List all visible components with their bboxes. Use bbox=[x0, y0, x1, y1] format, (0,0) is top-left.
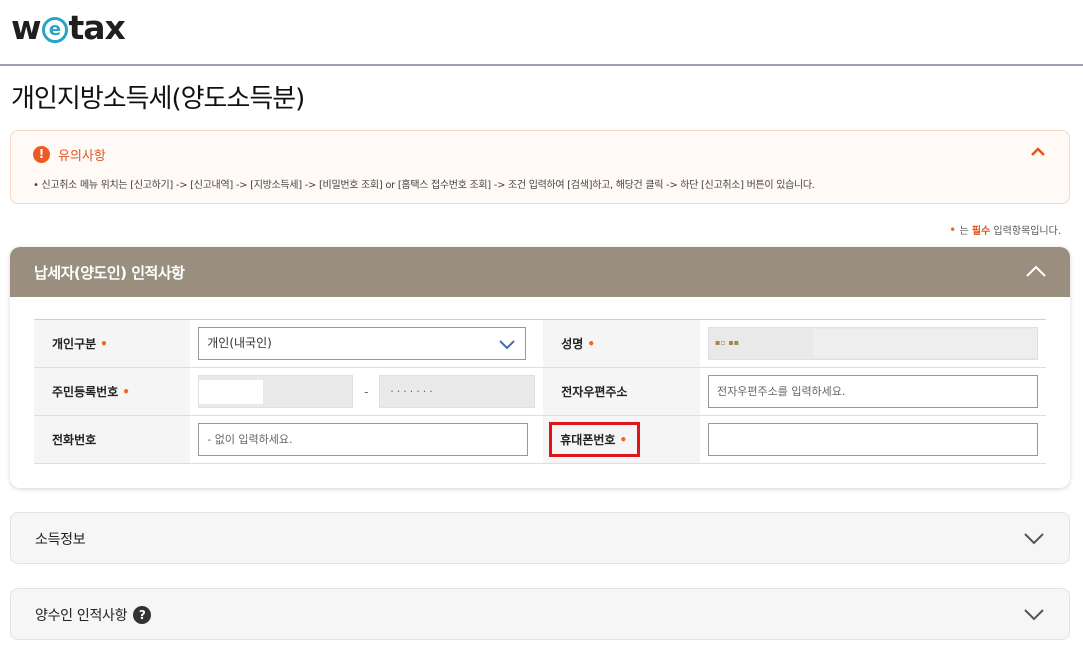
chevron-up-icon[interactable] bbox=[1024, 261, 1048, 283]
mobile-label-text: 휴대폰번호 bbox=[560, 433, 616, 447]
ssn-first-field bbox=[198, 375, 354, 408]
required-note-suffix: 입력항목입니다. bbox=[990, 226, 1061, 237]
chevron-down-icon[interactable] bbox=[1023, 605, 1045, 623]
name-label: 성명 • bbox=[543, 319, 700, 368]
required-mark: • bbox=[619, 433, 628, 447]
transferee-section-title-text: 양수인 인적사항 bbox=[35, 608, 128, 624]
required-field-note: • 는 필수 입력항목입니다. bbox=[949, 222, 1061, 237]
name-cell: ▪▫ ▪▪ bbox=[699, 319, 1046, 368]
email-input[interactable] bbox=[707, 375, 1038, 408]
ssn-redaction bbox=[199, 380, 264, 404]
required-dot: • bbox=[949, 223, 957, 237]
taxpayer-form-table: 개인구분 • 개인(내국인) 성명 • ▪▫ ▪▪ 주민등록번호 • - ···… bbox=[34, 319, 1046, 464]
name-redaction bbox=[812, 329, 1037, 358]
table-row: 개인구분 • 개인(내국인) 성명 • ▪▫ ▪▪ bbox=[34, 319, 1046, 368]
logo-text-w: w bbox=[11, 8, 41, 47]
table-row: 주민등록번호 • - ······· 전자우편주소 bbox=[34, 367, 1046, 416]
income-section[interactable]: 소득정보 bbox=[10, 512, 1070, 564]
logo-e-circle: e bbox=[41, 16, 68, 43]
mobile-label: 휴대폰번호 • bbox=[543, 415, 700, 464]
page-title: 개인지방소득세(양도소득분) bbox=[11, 84, 305, 114]
email-cell bbox=[699, 367, 1046, 416]
help-icon[interactable]: ? bbox=[133, 606, 152, 624]
ssn-label: 주민등록번호 • bbox=[34, 367, 191, 416]
ssn-second-field: ······· bbox=[379, 375, 536, 408]
table-row: 전화번호 휴대폰번호• bbox=[34, 415, 1046, 464]
mobile-cell bbox=[699, 415, 1046, 464]
required-mark: • bbox=[587, 337, 595, 351]
income-section-title-text: 소득정보 bbox=[35, 532, 86, 548]
phone-cell bbox=[190, 415, 544, 464]
taxpayer-section-header[interactable]: 납세자(양도인) 인적사항 bbox=[10, 247, 1070, 297]
ssn-label-text: 주민등록번호 bbox=[52, 385, 119, 399]
name-label-text: 성명 bbox=[561, 337, 584, 351]
notice-title: 유의사항 bbox=[58, 149, 106, 164]
notice-header[interactable]: ! 유의사항 bbox=[33, 145, 106, 164]
mobile-label-highlight: 휴대폰번호 • bbox=[549, 422, 641, 457]
chevron-down-icon bbox=[499, 340, 515, 350]
required-note-prefix: 는 bbox=[959, 226, 972, 237]
name-field: ▪▫ ▪▪ bbox=[707, 327, 1038, 360]
site-header: w e tax bbox=[0, 0, 1083, 66]
taxpayer-section-title: 납세자(양도인) 인적사항 bbox=[34, 264, 185, 282]
wetax-logo[interactable]: w e tax bbox=[11, 8, 126, 47]
required-note-bold: 필수 bbox=[971, 226, 991, 237]
phone-label-text: 전화번호 bbox=[52, 433, 97, 447]
transferee-section-title: 양수인 인적사항 ? bbox=[35, 605, 152, 625]
phone-input[interactable] bbox=[198, 423, 529, 456]
chevron-up-icon[interactable] bbox=[1029, 143, 1047, 161]
email-label: 전자우편주소 bbox=[543, 367, 700, 416]
name-value: ▪▫ ▪▪ bbox=[714, 338, 740, 347]
person-type-cell: 개인(내국인) bbox=[190, 319, 544, 368]
email-label-text: 전자우편주소 bbox=[561, 385, 628, 399]
transferee-section[interactable]: 양수인 인적사항 ? bbox=[10, 588, 1070, 640]
phone-label: 전화번호 bbox=[34, 415, 191, 464]
mobile-input[interactable] bbox=[707, 423, 1038, 456]
required-mark: • bbox=[122, 385, 130, 399]
person-type-select[interactable]: 개인(내국인) bbox=[198, 327, 527, 360]
ssn-cell: - ······· bbox=[190, 367, 544, 416]
income-section-title: 소득정보 bbox=[35, 529, 86, 549]
required-mark: • bbox=[100, 337, 108, 351]
taxpayer-section: 납세자(양도인) 인적사항 개인구분 • 개인(내국인) 성명 • ▪▫ ▪▪ … bbox=[10, 247, 1070, 488]
person-type-value: 개인(내국인) bbox=[207, 336, 272, 350]
chevron-down-icon[interactable] bbox=[1023, 529, 1045, 547]
person-type-label-text: 개인구분 bbox=[52, 337, 97, 351]
notice-text: • 신고취소 메뉴 위치는 [신고하기] -> [신고내역] -> [지방소득세… bbox=[33, 180, 815, 191]
notice-panel: ! 유의사항 • 신고취소 메뉴 위치는 [신고하기] -> [신고내역] ->… bbox=[10, 130, 1070, 204]
ssn-field-group: - ······· bbox=[198, 375, 536, 408]
ssn-dash: - bbox=[364, 384, 369, 399]
person-type-label: 개인구분 • bbox=[34, 319, 191, 368]
warning-icon: ! bbox=[33, 146, 50, 163]
logo-text-tax: tax bbox=[68, 8, 126, 47]
